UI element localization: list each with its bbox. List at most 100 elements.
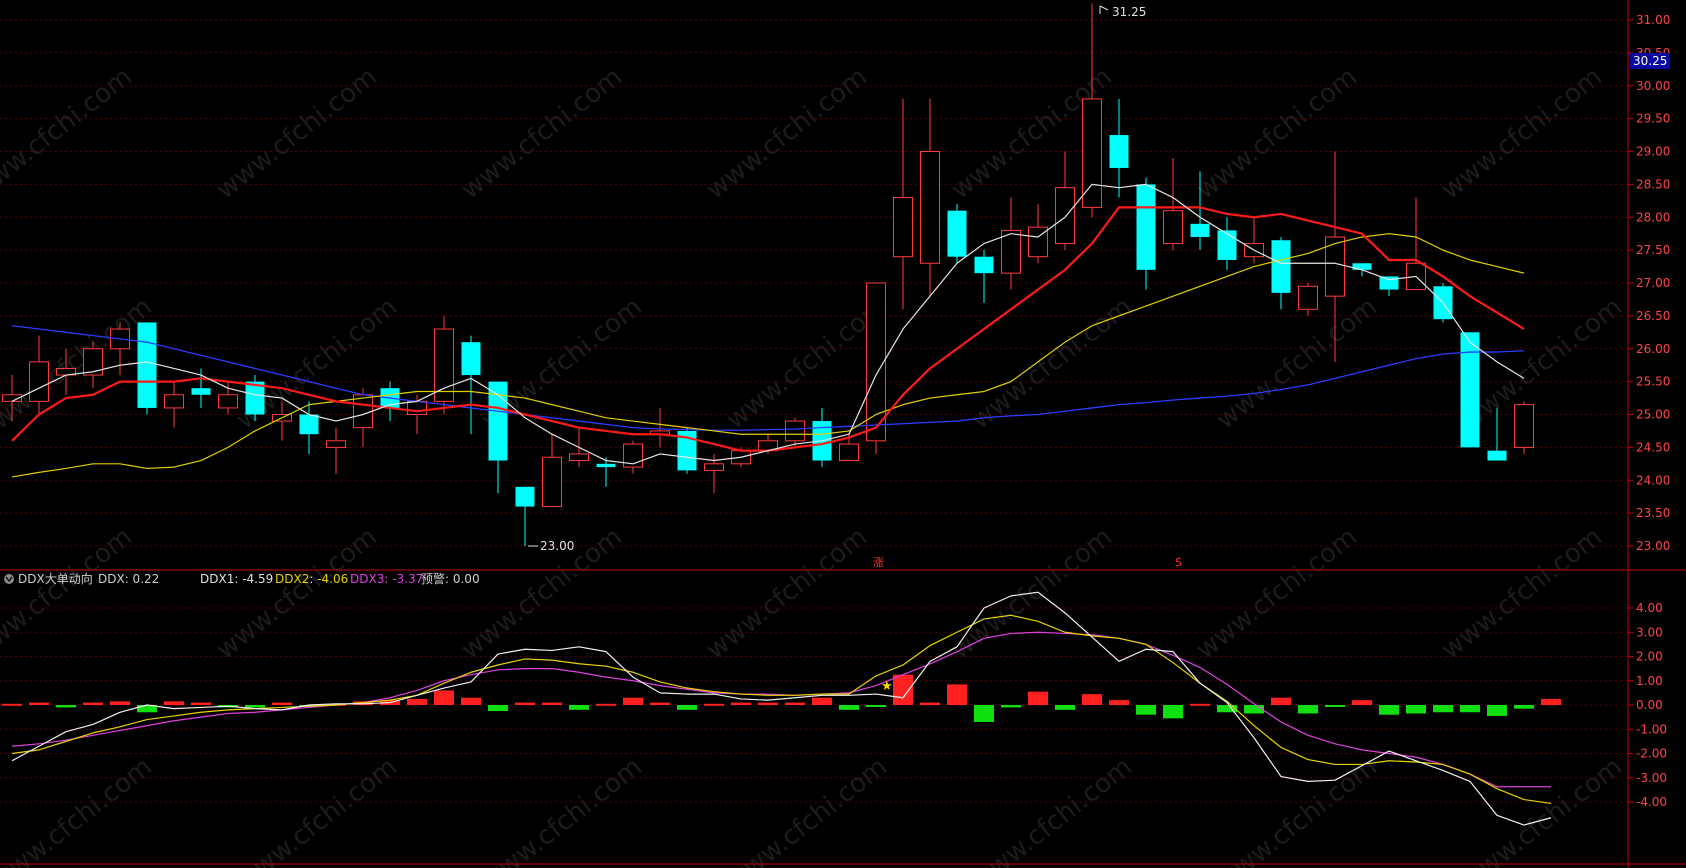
price-tick-label: 24.00 — [1636, 473, 1670, 487]
ddx-bar — [1460, 705, 1480, 713]
candle — [542, 434, 562, 508]
candle-body — [218, 394, 238, 409]
ddx-bar — [839, 705, 859, 710]
candle — [1136, 177, 1156, 290]
candle — [515, 486, 535, 546]
price-tick-label: 23.50 — [1636, 506, 1670, 520]
ddx3-value: DDX3: -3.37 — [350, 572, 423, 586]
watermark-text: www.cfchi.com — [476, 752, 648, 868]
candle-body — [353, 394, 373, 429]
rise-marker: 涨 — [873, 556, 884, 569]
price-tick-label: 25.50 — [1636, 375, 1670, 389]
ddx-bar — [164, 701, 184, 705]
ddx-tick-label: -1.00 — [1636, 722, 1667, 736]
price-tick-label: 26.50 — [1636, 309, 1670, 323]
candlestick-series[interactable] — [2, 3, 1534, 546]
candle — [650, 407, 670, 448]
candle-body — [1271, 240, 1291, 293]
watermark-text: www.cfchi.com — [966, 752, 1138, 868]
high-price-annotation: 31.25 — [1099, 5, 1146, 19]
ddx-bar — [272, 702, 292, 705]
candle-body — [893, 197, 913, 258]
candle — [245, 375, 265, 422]
ddx-bar — [866, 705, 886, 707]
ddx-header: DDX大单动向 DDX: 0.22 DDX1: -4.59 DDX2: -4.0… — [4, 571, 480, 586]
ddx-bar — [56, 705, 76, 708]
price-tick-label: 31.00 — [1636, 13, 1670, 27]
price-tick-label: 28.50 — [1636, 177, 1670, 191]
candle — [326, 427, 346, 474]
ddx-bar — [515, 702, 535, 705]
candle-body — [164, 394, 184, 409]
collapse-toggle-icon[interactable] — [4, 574, 14, 584]
ddx-bar — [704, 703, 724, 706]
candle — [1028, 204, 1048, 264]
candle-body — [191, 388, 211, 395]
candle — [623, 440, 643, 474]
candle-body — [542, 456, 562, 508]
candle-body — [1055, 187, 1075, 245]
ddx-bar — [2, 703, 22, 706]
ddx-bar — [191, 702, 211, 705]
price-tick-label: 23.00 — [1636, 539, 1670, 553]
candle-body — [515, 486, 535, 507]
ddx-bar — [83, 702, 103, 705]
ddx-bar — [947, 684, 967, 705]
candle — [1217, 217, 1237, 270]
candle-body — [569, 453, 589, 462]
signal-star-icon: ★ — [881, 679, 893, 694]
ddx-bar — [1190, 703, 1210, 706]
ddx-bar — [245, 705, 265, 708]
price-tick-label: 30.00 — [1636, 79, 1670, 93]
candle — [488, 381, 508, 494]
ddx-bar — [974, 705, 994, 722]
candle-body — [1352, 263, 1372, 270]
ddx-bar — [434, 690, 454, 705]
warning-value: 预警: 0.00 — [421, 571, 480, 586]
price-tick-label: 28.00 — [1636, 210, 1670, 224]
candle — [137, 322, 157, 415]
ddx-tick-label: 4.00 — [1636, 601, 1663, 615]
candle — [1001, 197, 1021, 290]
ddx-bar — [1109, 700, 1129, 705]
candle — [1109, 98, 1129, 198]
low-price-annotation: 23.00 — [528, 539, 574, 553]
price-tick-label: 26.00 — [1636, 342, 1670, 356]
candle — [1298, 283, 1318, 316]
current-price-value: 30.25 — [1633, 54, 1667, 68]
ddx-bar — [812, 697, 832, 705]
candle — [947, 204, 967, 264]
candle-body — [1298, 285, 1318, 310]
candle-body — [785, 420, 805, 442]
ddx-tick-label: 3.00 — [1636, 625, 1663, 639]
ddx-bar — [488, 705, 508, 712]
ddx-bar — [1271, 697, 1291, 705]
watermark-layer: www.cfchi.com www.cfchi.com www.cfchi.com w… — [0, 62, 1628, 868]
candle-body — [137, 322, 157, 408]
candle-body — [596, 463, 616, 468]
candle — [677, 427, 697, 474]
price-tick-label: 27.50 — [1636, 243, 1670, 257]
ddx-bar — [596, 703, 616, 706]
ddx-bar — [1244, 705, 1264, 714]
candle-body — [407, 400, 427, 416]
sell-marker: S — [1175, 556, 1182, 569]
candle-body — [299, 414, 319, 435]
ddx-bar — [893, 674, 913, 705]
ddx-bar — [542, 702, 562, 705]
candle-body — [1163, 210, 1183, 245]
ddx-bar-series[interactable] — [2, 674, 1561, 722]
candle-body — [29, 361, 49, 402]
ddx-bar — [1082, 694, 1102, 705]
candle-body — [1001, 229, 1021, 274]
candle-body — [704, 463, 724, 471]
ddx-axis: 4.00 3.00 2.00 1.00 0.00 -1.00 -2.00 -3.00 -4.00 — [1628, 601, 1667, 809]
candle-body — [1217, 230, 1237, 260]
ddx-tick-label: -3.00 — [1636, 771, 1667, 785]
watermark-text: www.cfchi.com — [1211, 752, 1383, 868]
watermark-text: www.cfchi.com — [701, 522, 873, 666]
watermark-text: www.cfchi.com — [966, 292, 1138, 436]
price-tick-label: 29.50 — [1636, 112, 1670, 126]
watermark-text: www.cfchi.com — [0, 752, 158, 868]
ddx-bar — [1028, 691, 1048, 705]
